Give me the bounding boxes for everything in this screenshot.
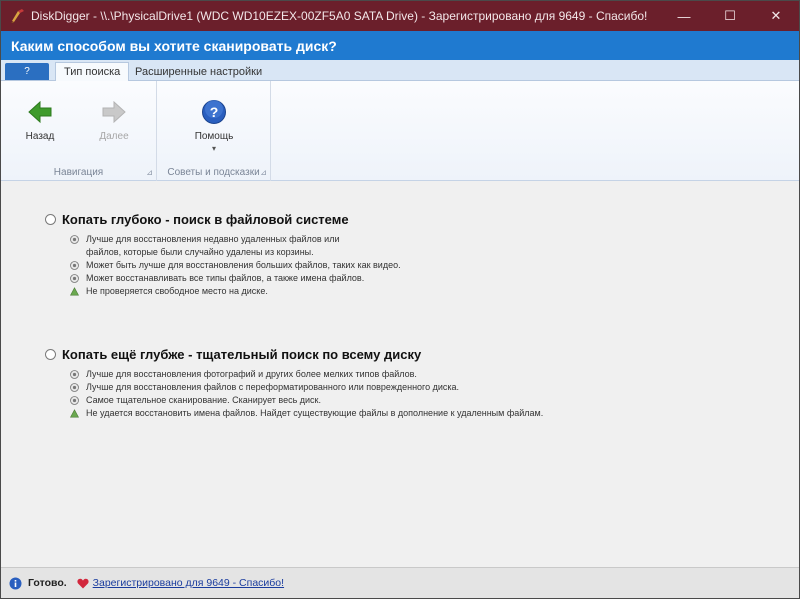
minus-bullet-icon	[70, 260, 79, 270]
navigation-group-label: Навигация	[53, 167, 104, 178]
option-dig-deep-radio[interactable]	[45, 214, 56, 225]
title-bar: DiskDigger - \\.\PhysicalDrive1 (WDC WD1…	[1, 1, 799, 31]
help-button-label: Помощь	[194, 131, 234, 142]
status-text: Готово.	[28, 577, 67, 589]
plus-bullet-icon	[70, 396, 79, 405]
scan-options: Копать глубоко - поиск в файловой систем…	[1, 182, 799, 567]
option-dig-deep-header[interactable]: Копать глубоко - поиск в файловой систем…	[45, 212, 401, 227]
plus-bullet-icon	[70, 235, 79, 244]
list-item: Не удается восстановить имена файлов. На…	[70, 407, 543, 420]
list-item: Лучше для восстановления фотографий и др…	[70, 368, 543, 381]
tab-advanced-settings[interactable]: Расширенные настройки	[127, 62, 270, 81]
window-controls: — ☐ ✕	[661, 1, 799, 31]
plus-bullet-icon	[70, 383, 79, 392]
list-item: Самое тщательное сканирование. Сканирует…	[70, 394, 543, 407]
maximize-button[interactable]: ☐	[707, 1, 753, 31]
ribbon: Назад Далее Навигация ⊿ ? Помощь ▾ Совет…	[1, 81, 799, 181]
window-title: DiskDigger - \\.\PhysicalDrive1 (WDC WD1…	[31, 9, 648, 23]
page-header: Каким способом вы хотите сканировать дис…	[1, 31, 799, 60]
registration-link[interactable]: Зарегистрировано для 9649 - Спасибо!	[93, 577, 284, 589]
heart-icon	[77, 578, 89, 588]
warning-icon	[70, 286, 79, 295]
list-item: Не проверяется свободное место на диске.	[70, 285, 401, 298]
option-dig-deeper-bullets: Лучше для восстановления фотографий и др…	[70, 368, 543, 420]
option-dig-deep[interactable]: Копать глубоко - поиск в файловой систем…	[45, 212, 401, 298]
list-item: Лучше для восстановления файлов с перефо…	[70, 381, 543, 394]
back-arrow-icon	[28, 100, 52, 124]
help-menu-tab[interactable]: ?	[5, 63, 49, 80]
svg-text:?: ?	[210, 104, 219, 120]
diskdigger-app-icon	[11, 9, 24, 23]
next-button-label: Далее	[99, 131, 129, 142]
page-title: Каким способом вы хотите сканировать дис…	[11, 37, 337, 54]
help-dropdown-icon: ▾	[211, 144, 216, 153]
help-button[interactable]: ? Помощь ▾	[188, 99, 240, 153]
plus-bullet-icon	[70, 370, 79, 379]
navigation-launcher-icon[interactable]: ⊿	[146, 168, 153, 177]
list-item: Может восстанавливать все типы файлов, а…	[70, 272, 401, 285]
back-button[interactable]: Назад	[14, 99, 66, 142]
option-dig-deep-title[interactable]: Копать глубоко - поиск в файловой систем…	[62, 212, 349, 227]
option-dig-deeper-radio[interactable]	[45, 349, 56, 360]
navigation-group: Назад Далее Навигация ⊿	[1, 81, 157, 181]
next-button[interactable]: Далее	[88, 99, 140, 142]
option-dig-deeper-header[interactable]: Копать ещё глубже - тщательный поиск по …	[45, 347, 543, 362]
plus-bullet-icon	[70, 273, 79, 283]
tips-launcher-icon[interactable]: ⊿	[260, 168, 267, 177]
info-icon	[9, 577, 22, 589]
minimize-button[interactable]: —	[661, 1, 707, 31]
diskdigger-window: DiskDigger - \\.\PhysicalDrive1 (WDC WD1…	[0, 0, 800, 599]
option-dig-deep-bullets: Лучше для восстановления недавно удаленн…	[70, 233, 401, 297]
list-item: Может быть лучше для восстановления боль…	[70, 259, 401, 272]
help-icon: ?	[202, 100, 226, 124]
option-dig-deeper-title[interactable]: Копать ещё глубже - тщательный поиск по …	[62, 347, 421, 362]
next-arrow-icon	[102, 100, 126, 124]
tips-group: ? Помощь ▾ Советы и подсказки ⊿	[157, 81, 271, 181]
status-bar: Готово. Зарегистрировано для 9649 - Спас…	[1, 567, 799, 598]
ribbon-tabs: ? Тип поиска Расширенные настройки	[1, 60, 799, 81]
warning-icon	[70, 409, 79, 418]
tab-search-type[interactable]: Тип поиска	[55, 62, 130, 81]
option-dig-deeper[interactable]: Копать ещё глубже - тщательный поиск по …	[45, 347, 543, 420]
close-button[interactable]: ✕	[753, 1, 799, 31]
back-button-label: Назад	[25, 131, 55, 142]
tips-group-label: Советы и подсказки	[167, 167, 260, 178]
list-item: Лучше для восстановления недавно удаленн…	[70, 233, 401, 258]
